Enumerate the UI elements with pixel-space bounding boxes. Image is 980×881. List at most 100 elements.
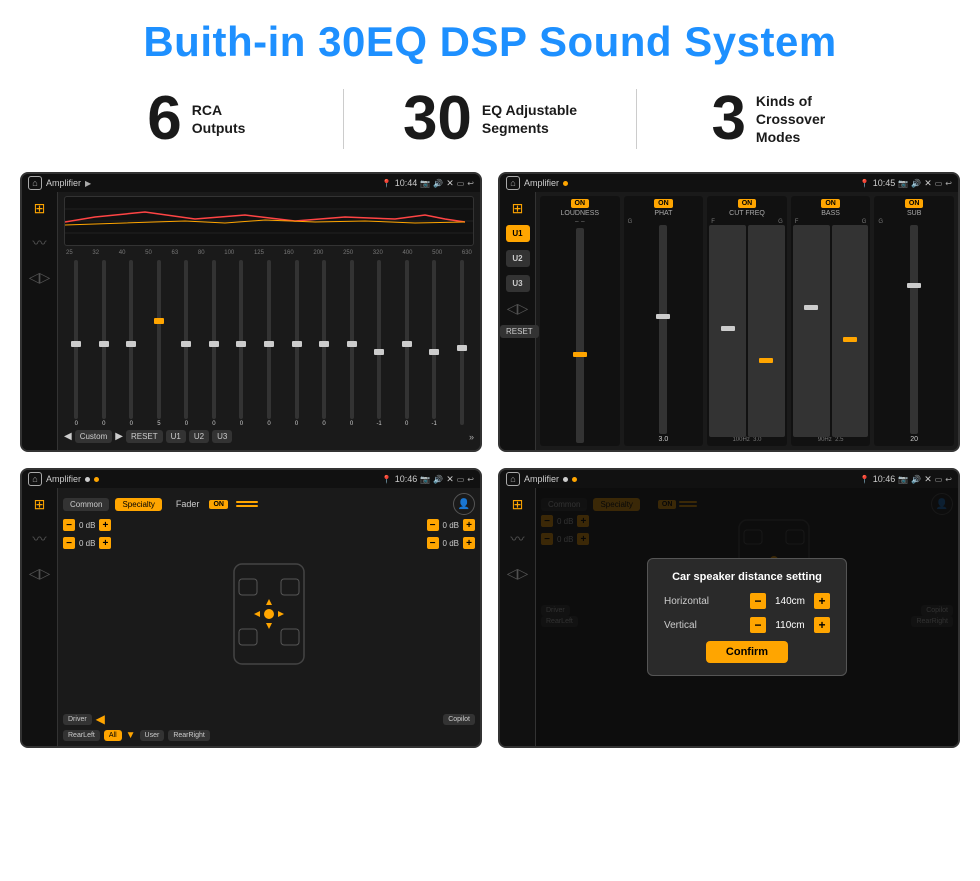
- fader-db4-plus[interactable]: +: [463, 537, 475, 549]
- eq-more-icon[interactable]: »: [469, 432, 474, 442]
- eq-custom-btn[interactable]: Custom: [75, 430, 113, 443]
- modal-vertical-minus[interactable]: −: [750, 617, 766, 633]
- stat-rca-label: RCAOutputs: [192, 101, 246, 137]
- crossover-speaker2-icon[interactable]: ◁▷: [507, 300, 529, 317]
- eq-screen-card: Amplifier ▶ 📍 10:44 📷 🔊 ✕ ▭ ↩ ⊞ 〰 ◁▷: [20, 172, 482, 452]
- crossover-u1-btn[interactable]: U1: [506, 225, 530, 242]
- modal-horizontal-row: Horizontal − 140cm +: [664, 593, 830, 609]
- fader-title: Amplifier: [46, 474, 81, 484]
- modal-horizontal-minus[interactable]: −: [750, 593, 766, 609]
- sub-slider[interactable]: [910, 225, 918, 434]
- loudness-slider[interactable]: [576, 228, 584, 443]
- eq-slider-13[interactable]: 0: [394, 258, 419, 427]
- bass-on-badge[interactable]: ON: [821, 199, 840, 208]
- eq-slider-10[interactable]: 0: [312, 258, 337, 427]
- distance-wave-icon[interactable]: 〰: [511, 529, 525, 549]
- fader-driver-btn[interactable]: Driver: [63, 714, 92, 725]
- loudness-on-badge[interactable]: ON: [571, 199, 590, 208]
- eq-prev-btn[interactable]: ◀: [64, 431, 72, 442]
- cutfreq-slider-1[interactable]: [709, 225, 746, 437]
- crossover-u3-btn[interactable]: U3: [506, 275, 530, 292]
- eq-graph: [64, 196, 474, 246]
- stat-divider-2: [636, 89, 637, 149]
- distance-status-left: Amplifier: [506, 472, 577, 486]
- fader-db1-plus[interactable]: +: [99, 519, 111, 531]
- eq-slider-7[interactable]: 0: [229, 258, 254, 427]
- fader-lines: [236, 501, 258, 507]
- fader-grid: − 0 dB + − 0 dB +: [63, 519, 475, 708]
- fader-db3-minus[interactable]: −: [427, 519, 439, 531]
- eq-volume-icon: 🔊: [433, 179, 443, 188]
- eq-slider-9[interactable]: 0: [284, 258, 309, 427]
- modal-vertical-plus[interactable]: +: [814, 617, 830, 633]
- crossover-home-icon[interactable]: [506, 176, 520, 190]
- fader-sidebar: ⊞ 〰 ◁▷: [22, 488, 58, 746]
- stat-eq-label: EQ AdjustableSegments: [482, 101, 577, 137]
- fader-rearleft-btn[interactable]: RearLeft: [63, 730, 100, 741]
- fader-settings-icon[interactable]: 👤: [453, 493, 475, 515]
- fader-user-btn[interactable]: User: [140, 730, 165, 741]
- fader-down-arrow[interactable]: ▼: [126, 730, 136, 741]
- fader-rearright-btn[interactable]: RearRight: [168, 730, 210, 741]
- fader-db2-minus[interactable]: −: [63, 537, 75, 549]
- crossover-reset-btn[interactable]: RESET: [500, 325, 539, 338]
- fader-copilot-btn[interactable]: Copilot: [443, 714, 475, 725]
- crossover-status-bar: Amplifier 📍 10:45 📷 🔊 ✕ ▭ ↩: [500, 174, 958, 192]
- eq-slider-1[interactable]: 0: [64, 258, 89, 427]
- modal-horizontal-plus[interactable]: +: [814, 593, 830, 609]
- fader-home-icon[interactable]: [28, 472, 42, 486]
- eq-reset-btn[interactable]: RESET: [126, 430, 163, 443]
- eq-slider-14[interactable]: -1: [422, 258, 447, 427]
- fader-wave-icon[interactable]: 〰: [33, 529, 47, 549]
- distance-filter-icon[interactable]: ⊞: [512, 496, 524, 513]
- eq-slider-3[interactable]: 0: [119, 258, 144, 427]
- eq-u1-btn[interactable]: U1: [166, 430, 186, 443]
- eq-slider-5[interactable]: 0: [174, 258, 199, 427]
- eq-slider-8[interactable]: 0: [257, 258, 282, 427]
- fader-all-btn[interactable]: All: [104, 730, 122, 741]
- crossover-filter-icon[interactable]: ⊞: [512, 200, 524, 217]
- eq-sidebar: ⊞ 〰 ◁▷: [22, 192, 58, 450]
- modal-confirm-button[interactable]: Confirm: [706, 641, 788, 663]
- sub-on-badge[interactable]: ON: [905, 199, 924, 208]
- eq-home-icon[interactable]: [28, 176, 42, 190]
- eq-slider-12[interactable]: -1: [367, 258, 392, 427]
- eq-filter-icon[interactable]: ⊞: [34, 200, 46, 217]
- eq-slider-4[interactable]: 5: [147, 258, 172, 427]
- fader-db3-plus[interactable]: +: [463, 519, 475, 531]
- crossover-cutfreq: ON CUT FREQ F G: [707, 196, 787, 446]
- phat-slider[interactable]: [659, 225, 667, 434]
- crossover-camera-icon: 📷: [898, 179, 908, 188]
- fader-db4-minus[interactable]: −: [427, 537, 439, 549]
- crossover-u2-btn[interactable]: U2: [506, 250, 530, 267]
- stat-crossover-label: Kinds ofCrossover Modes: [756, 92, 856, 147]
- cutfreq-slider-2[interactable]: [748, 225, 785, 437]
- eq-slider-2[interactable]: 0: [92, 258, 117, 427]
- cutfreq-on-badge[interactable]: ON: [738, 199, 757, 208]
- bass-slider-2[interactable]: [832, 225, 869, 437]
- fader-specialty-tab[interactable]: Specialty: [115, 498, 161, 511]
- fader-left-arrow[interactable]: ◀: [96, 712, 105, 726]
- eq-slider-6[interactable]: 0: [202, 258, 227, 427]
- phat-on-badge[interactable]: ON: [654, 199, 673, 208]
- distance-speaker-icon[interactable]: ◁▷: [507, 565, 529, 582]
- fader-filter-icon[interactable]: ⊞: [34, 496, 46, 513]
- fader-back-icon: ↩: [467, 475, 474, 484]
- eq-slider-15[interactable]: [449, 258, 474, 427]
- fader-speaker-icon[interactable]: ◁▷: [29, 565, 51, 582]
- eq-next-btn[interactable]: ▶: [115, 431, 123, 442]
- eq-u2-btn[interactable]: U2: [189, 430, 209, 443]
- fader-db1-minus[interactable]: −: [63, 519, 75, 531]
- eq-u3-btn[interactable]: U3: [212, 430, 232, 443]
- fader-db2-plus[interactable]: +: [99, 537, 111, 549]
- fader-on-toggle[interactable]: ON: [209, 500, 228, 509]
- distance-home-icon[interactable]: [506, 472, 520, 486]
- eq-slider-11[interactable]: 0: [339, 258, 364, 427]
- fader-camera-icon: 📷: [420, 475, 430, 484]
- eq-speaker-icon[interactable]: ◁▷: [29, 269, 51, 286]
- fader-common-tab[interactable]: Common: [63, 498, 109, 511]
- modal-title: Car speaker distance setting: [664, 571, 830, 583]
- eq-wave-icon[interactable]: 〰: [33, 233, 47, 253]
- bass-slider-1[interactable]: [793, 225, 830, 437]
- fader-db3-value: 0 dB: [443, 521, 459, 530]
